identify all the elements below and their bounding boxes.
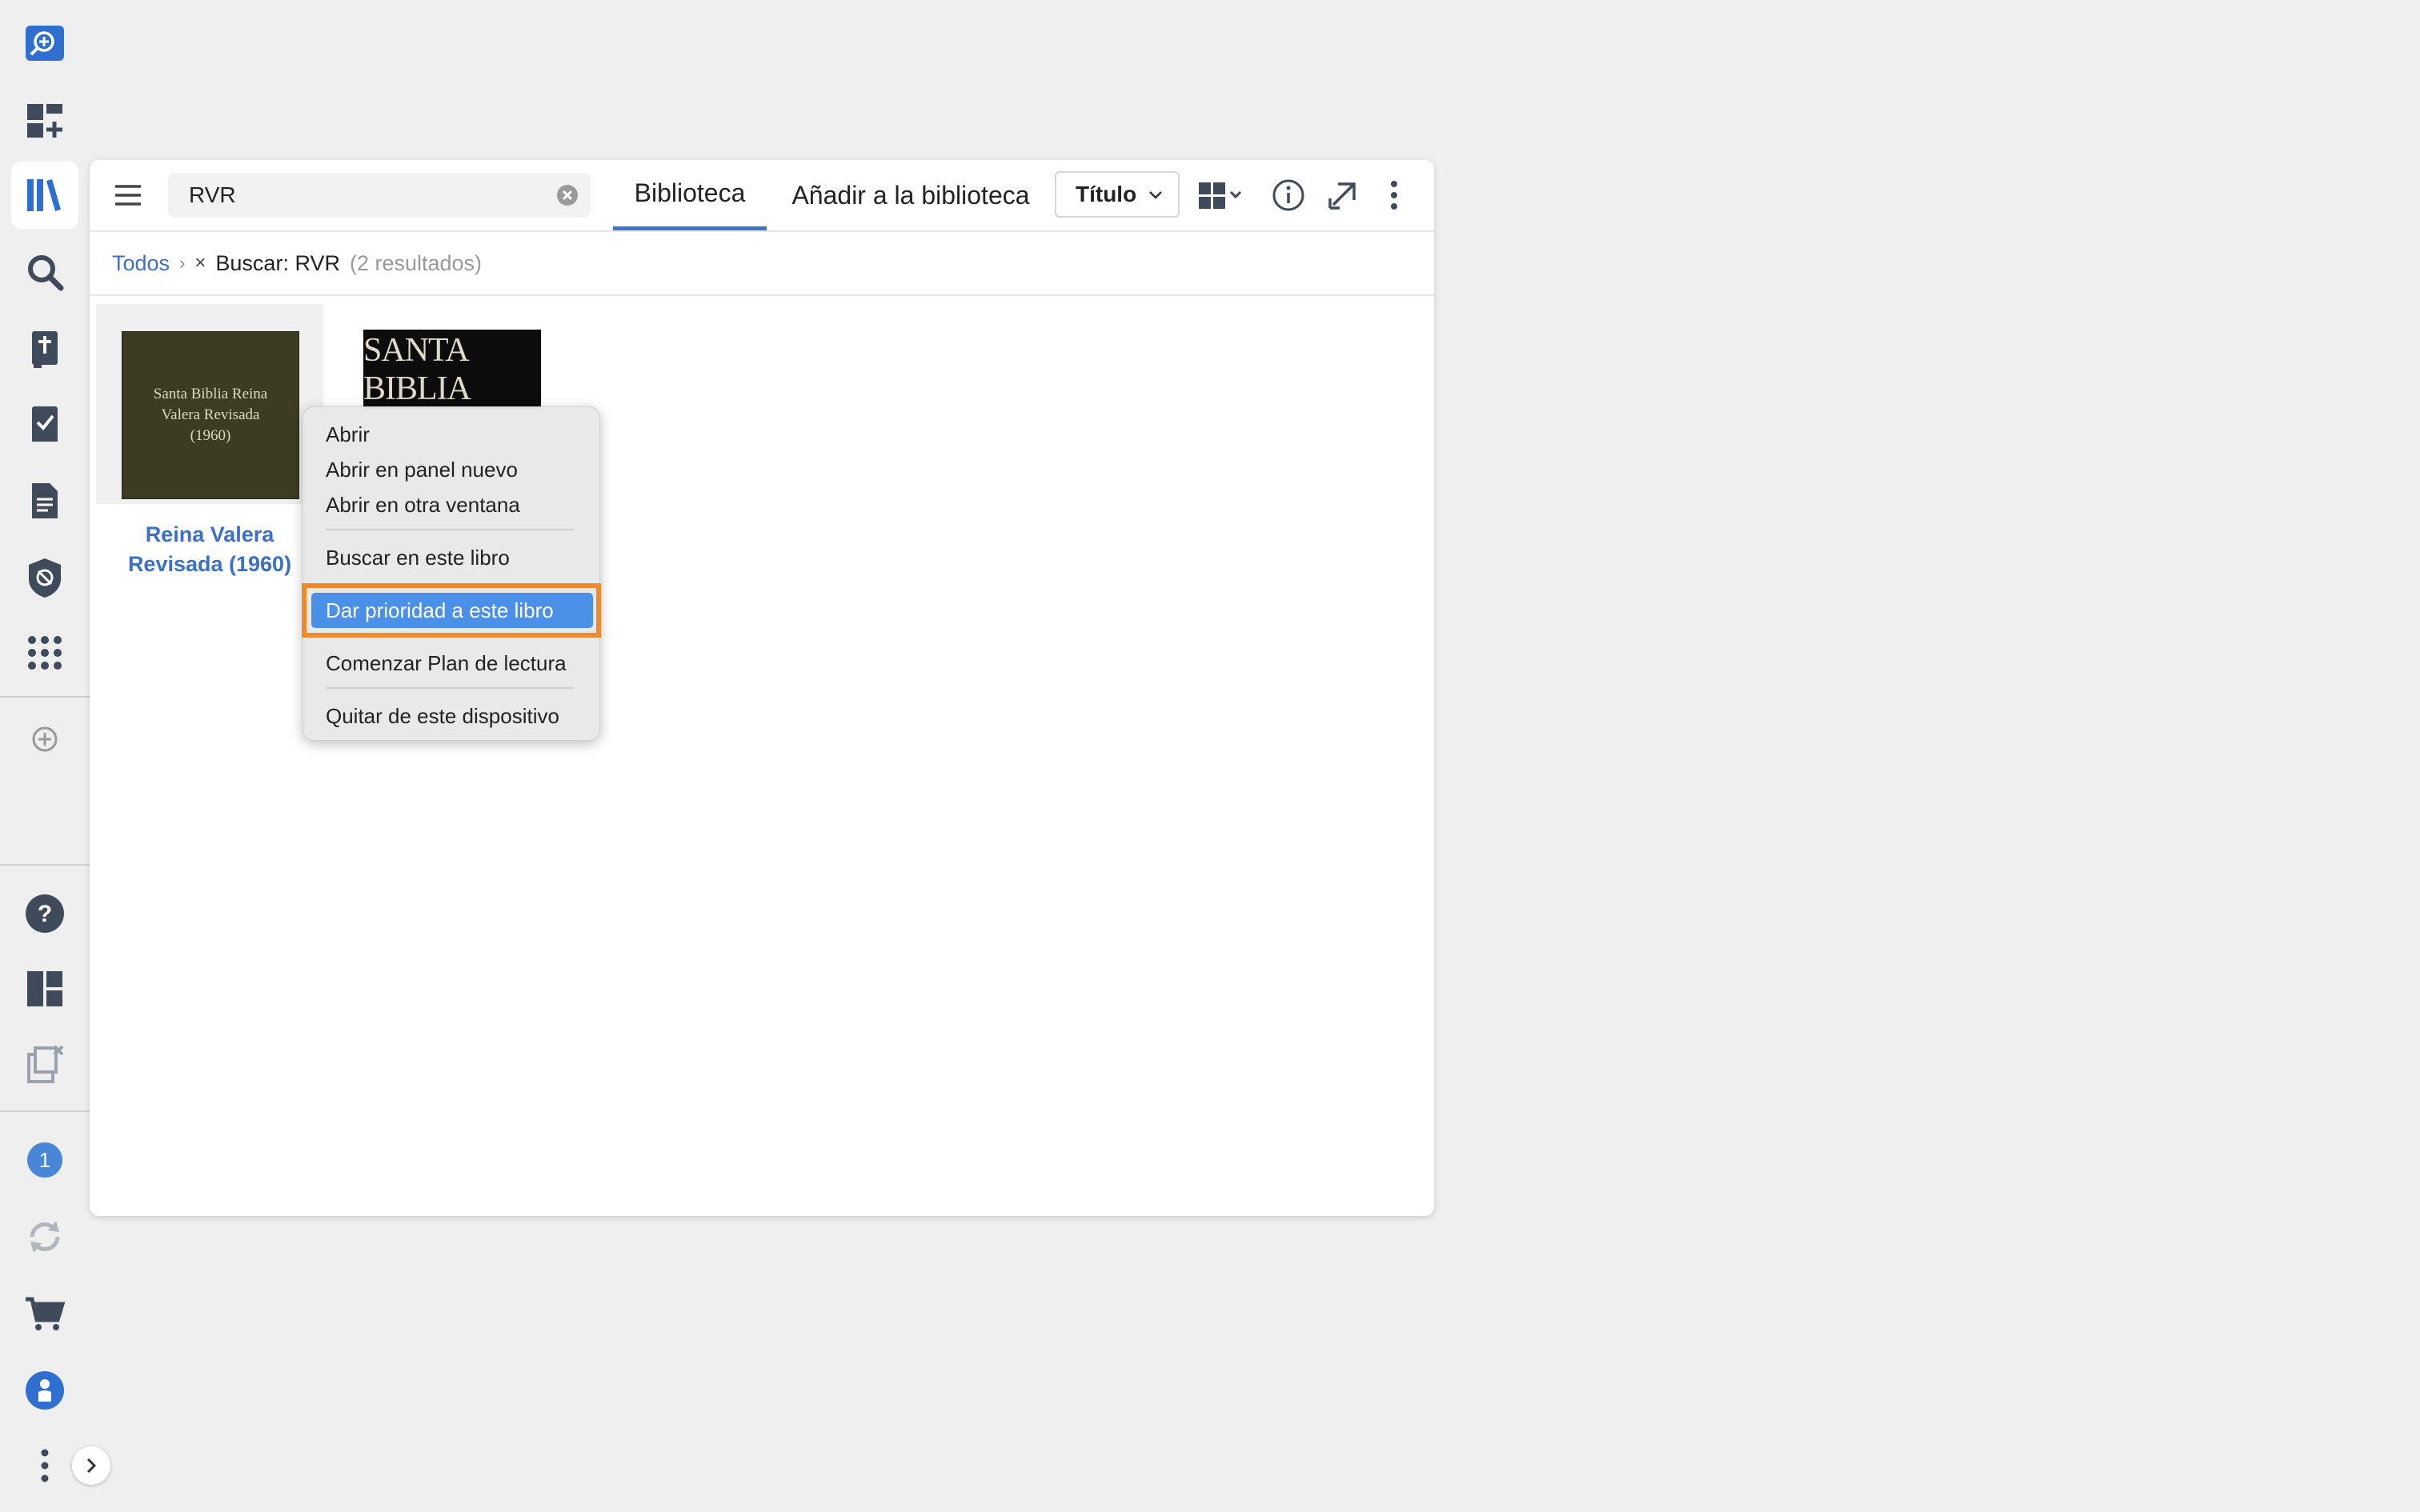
info-icon [1272, 179, 1304, 211]
sync-icon[interactable] [11, 1203, 78, 1270]
sort-select[interactable]: Título [1055, 171, 1180, 218]
grid-view-icon [1199, 182, 1242, 209]
reading-plan-icon[interactable] [11, 390, 78, 458]
menu-item-dar-prioridad[interactable]: Dar prioridad a este libro [311, 593, 593, 628]
view-mode-button[interactable] [1196, 174, 1252, 216]
new-search-icon[interactable] [11, 11, 78, 78]
search-input[interactable] [189, 173, 541, 218]
tab-biblioteca[interactable]: Biblioteca [613, 160, 767, 230]
menu-item-buscar-en-libro[interactable]: Buscar en este libro [303, 540, 601, 575]
add-shortcut-icon[interactable] [11, 706, 78, 773]
library-icon[interactable] [11, 162, 78, 229]
remove-filter-icon[interactable]: × [194, 252, 206, 274]
book-cover-text: Santa Biblia Reina Valera Revisada (1960… [153, 386, 268, 444]
breadcrumb-root-link[interactable]: Todos [112, 251, 170, 276]
panel-toolbar: Biblioteca Añadir a la biblioteca Título [90, 160, 1434, 232]
rail-divider [0, 1110, 90, 1112]
chevron-right-icon [86, 1458, 97, 1474]
expand-rail-button[interactable] [72, 1446, 110, 1485]
close-panels-icon[interactable] [11, 1030, 78, 1098]
rail-divider [0, 864, 90, 866]
result-count: (2 resultados) [349, 250, 483, 275]
panel-menu-button[interactable] [107, 174, 149, 216]
menu-separator [326, 529, 574, 530]
library-panel: Biblioteca Añadir a la biblioteca Título… [90, 160, 1434, 1216]
book-cover[interactable]: SANTA BIBLIA [363, 330, 541, 410]
panel-more-button[interactable] [1378, 174, 1410, 216]
menu-item-comenzar-plan[interactable]: Comenzar Plan de lectura [303, 646, 601, 681]
cart-icon[interactable] [11, 1280, 78, 1347]
menu-separator [326, 687, 574, 689]
search-box [168, 173, 591, 218]
more-vertical-icon[interactable] [11, 1432, 78, 1499]
book-cover-text: SANTA BIBLIA [363, 332, 471, 407]
info-button[interactable] [1268, 174, 1309, 216]
bible-icon[interactable] [11, 315, 78, 382]
notification-count: 1 [27, 1142, 62, 1178]
menu-item-abrir[interactable]: Abrir [303, 417, 601, 452]
help-icon[interactable]: ? [11, 880, 78, 947]
sort-select-label: Título [1076, 182, 1137, 206]
layout-icon[interactable] [11, 955, 78, 1022]
menu-item-quitar-dispositivo[interactable]: Quitar de este dispositivo [303, 698, 601, 734]
chevron-down-icon [1149, 191, 1162, 199]
svg-text:?: ? [38, 901, 52, 927]
apps-grid-icon[interactable] [11, 619, 78, 686]
breadcrumb-separator-icon: › [179, 253, 186, 273]
menu-item-abrir-otra-ventana[interactable]: Abrir en otra ventana [303, 487, 601, 522]
context-menu: Abrir Abrir en panel nuevo Abrir en otra… [302, 406, 601, 741]
document-icon[interactable] [11, 467, 78, 534]
tab-anadir-biblioteca[interactable]: Añadir a la biblioteca [775, 160, 1047, 230]
shield-icon[interactable] [11, 544, 78, 611]
more-vertical-icon [1391, 181, 1397, 210]
breadcrumb: Todos › × Buscar: RVR (2 resultados) [90, 232, 1434, 296]
search-icon[interactable] [11, 238, 78, 306]
book-title[interactable]: Reina Valera Revisada (1960) [96, 520, 323, 579]
popout-button[interactable] [1322, 174, 1364, 216]
book-cover[interactable]: Santa Biblia Reina Valera Revisada (1960… [122, 331, 299, 499]
breadcrumb-current: Buscar: RVR [215, 250, 340, 275]
clear-search-icon[interactable] [555, 183, 579, 207]
account-icon[interactable] [11, 1357, 78, 1424]
menu-item-abrir-panel-nuevo[interactable]: Abrir en panel nuevo [303, 452, 601, 487]
popout-icon [1328, 182, 1356, 210]
notifications-badge[interactable]: 1 [11, 1126, 78, 1194]
left-rail: ? 1 [0, 0, 110, 1512]
hamburger-icon [115, 185, 141, 206]
add-layout-icon[interactable] [11, 86, 78, 154]
rail-divider [0, 696, 90, 698]
